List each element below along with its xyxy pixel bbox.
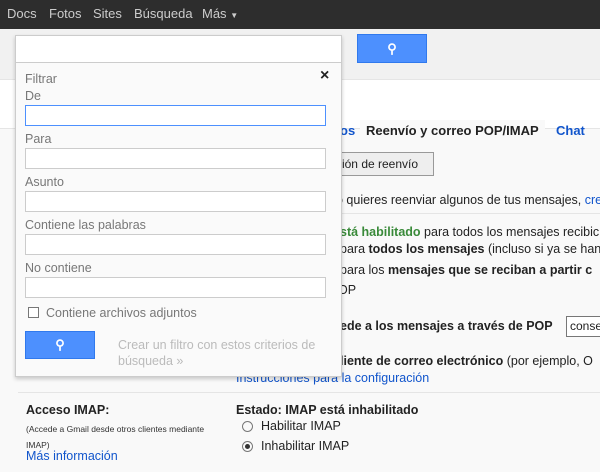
has-words-label: Contiene las palabras (25, 218, 146, 232)
disable-imap-radio[interactable]: Inhabilitar IMAP (242, 439, 349, 453)
divider (18, 392, 600, 393)
from-input[interactable] (25, 105, 326, 126)
imap-status: Estado: IMAP está inhabilitado (236, 403, 419, 417)
client-label: liente de correo electrónico (340, 354, 504, 368)
pop-access-select[interactable]: conse (566, 316, 600, 337)
nav-docs[interactable]: Docs (7, 6, 37, 21)
caret-down-icon: ▼ (230, 11, 239, 20)
tab-forwarding-pop-imap[interactable]: Reenvío y correo POP/IMAP (360, 120, 545, 148)
nav-sites[interactable]: Sites (93, 6, 122, 21)
opt1-bold: todos los mensajes (368, 242, 485, 256)
subject-input[interactable] (25, 191, 326, 212)
enable-imap-radio[interactable]: Habilitar IMAP (242, 419, 341, 433)
filter-title: Filtrar (25, 72, 57, 86)
search-icon: ⚲ (55, 337, 65, 352)
has-words-input[interactable] (25, 234, 326, 255)
subject-label: Asunto (25, 175, 64, 189)
from-label: De (25, 89, 41, 103)
nav-busqueda[interactable]: Búsqueda (134, 6, 193, 21)
pop-option-new[interactable]: para los mensajes que se reciban a parti… (340, 263, 592, 277)
tab-chat[interactable]: Chat (550, 120, 591, 148)
enable-imap-label: Habilitar IMAP (261, 419, 341, 433)
create-filter-link[interactable]: Crear un filtro con estos criterios de b… (118, 337, 328, 369)
search-input[interactable] (16, 36, 341, 63)
pop-option-all[interactable]: para todos los mensajes (incluso si ya s… (340, 242, 600, 256)
to-input[interactable] (25, 148, 326, 169)
client-text: (por ejemplo, O (503, 354, 593, 368)
search-button[interactable]: ⚲ (357, 34, 427, 63)
opt2-pre: para los (340, 263, 388, 277)
top-nav-bar: Docs Fotos Sites Búsqueda Más ▼ (0, 0, 600, 29)
forwarding-text: o quieres reenviar algunos de tus mensaj… (336, 193, 585, 207)
opt2-bold: mensajes que se reciban a partir c (387, 263, 593, 277)
attachments-label: Contiene archivos adjuntos (46, 306, 197, 320)
create-filter-link[interactable]: cre (585, 193, 600, 207)
divider (320, 213, 600, 214)
disable-imap-label: Inhabilitar IMAP (261, 439, 350, 453)
imap-label: Acceso IMAP: (26, 403, 110, 417)
to-label: Para (25, 132, 52, 146)
attachments-checkbox[interactable] (28, 307, 39, 318)
pop-status-enabled: stá habilitado (340, 225, 421, 239)
not-has-input[interactable] (25, 277, 326, 298)
not-has-label: No contiene (25, 261, 92, 275)
search-icon: ⚲ (387, 40, 397, 56)
nav-mas-label: Más (202, 6, 227, 21)
radio-checked-icon (242, 441, 253, 453)
nav-fotos[interactable]: Fotos (49, 6, 82, 21)
filter-search-button[interactable]: ⚲ (25, 331, 95, 359)
more-info-link[interactable]: Más información (26, 449, 118, 463)
close-icon[interactable]: × (320, 67, 329, 85)
opt1-post: (incluso si ya se han (484, 242, 600, 256)
filter-popup: Filtrar × De Para Asunto Contiene las pa… (15, 35, 342, 377)
radio-icon (242, 421, 253, 433)
pop-status-text: para todos los mensajes recibic (420, 225, 600, 239)
opt1-pre: para (340, 242, 369, 256)
nav-mas[interactable]: Más ▼ (202, 6, 238, 21)
pop-access-label: ede a los mensajes a través de POP (340, 319, 553, 333)
